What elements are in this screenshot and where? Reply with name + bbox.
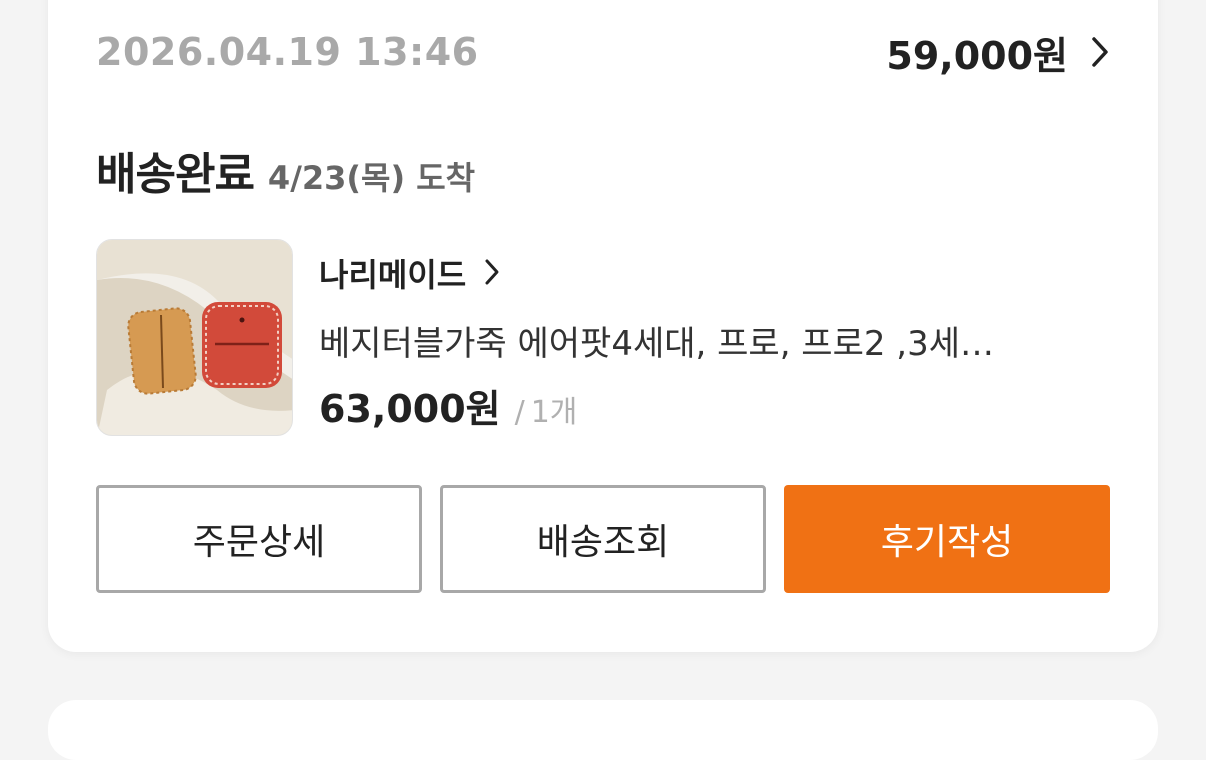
delivery-status: 배송완료 4/23(목) 도착 bbox=[96, 138, 475, 202]
order-total-link[interactable]: 59,000원 bbox=[886, 25, 1110, 80]
order-total-price: 59,000원 bbox=[886, 33, 1068, 78]
seller-name: 나리메이드 bbox=[319, 256, 467, 294]
product-image[interactable] bbox=[96, 239, 293, 436]
arrival-date: 4/23(목) 도착 bbox=[267, 159, 476, 197]
order-date: 2026.04.19 13:46 bbox=[96, 30, 479, 74]
order-header: 2026.04.19 13:46 59,000원 bbox=[96, 28, 1110, 78]
product-name[interactable]: 베지터블가죽 에어팟4세대, 프로, 프로2 ,3세… bbox=[319, 316, 1099, 365]
seller-link[interactable]: 나리메이드 bbox=[319, 250, 500, 296]
quantity-separator: / bbox=[514, 395, 525, 430]
item-quantity: 1개 bbox=[530, 395, 578, 430]
write-review-button[interactable]: 후기작성 bbox=[784, 485, 1110, 593]
chevron-right-icon bbox=[484, 258, 500, 290]
track-delivery-button[interactable]: 배송조회 bbox=[440, 485, 766, 593]
order-detail-button[interactable]: 주문상세 bbox=[96, 485, 422, 593]
status-label: 배송완료 bbox=[96, 149, 255, 200]
item-price: 63,000원 bbox=[319, 387, 501, 431]
chevron-right-icon bbox=[1090, 35, 1110, 73]
next-order-card bbox=[48, 700, 1158, 760]
item-price-row: 63,000원 / 1개 bbox=[319, 378, 577, 433]
